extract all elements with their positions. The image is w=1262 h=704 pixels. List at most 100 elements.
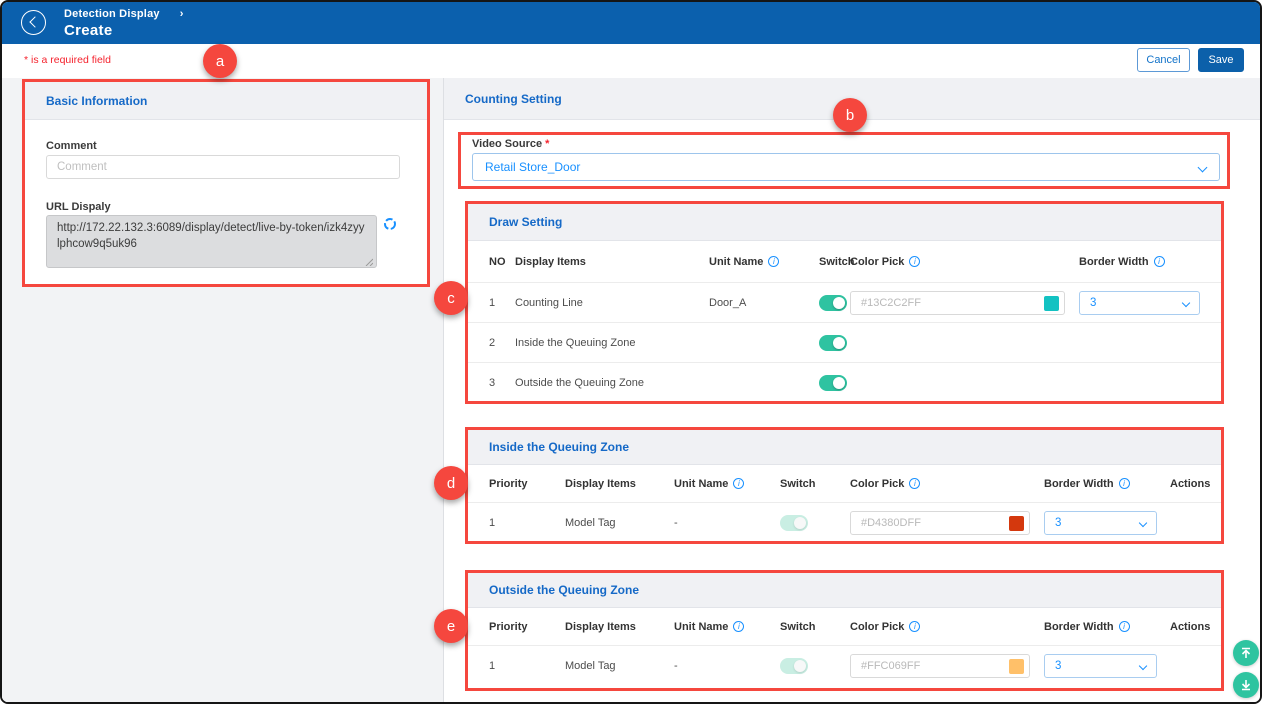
col-border-width-text: Border Width (1044, 478, 1114, 490)
toggle-knob (833, 297, 845, 309)
col-color-pick: Color Pick i (850, 621, 1044, 633)
row-no: 1 (489, 297, 515, 309)
col-unit-name-text: Unit Name (709, 256, 763, 268)
toggle-knob (833, 377, 845, 389)
col-switch: Switch (780, 478, 850, 490)
color-pick-input[interactable] (851, 655, 1029, 677)
scroll-to-bottom-button[interactable] (1233, 672, 1259, 698)
col-switch: Switch (780, 621, 850, 633)
col-color-pick-text: Color Pick (850, 256, 904, 268)
table-row: 1 Counting Line Door_A 3 (468, 283, 1222, 323)
basic-information-title: Basic Information (46, 94, 147, 108)
panel-divider (443, 78, 444, 704)
color-pick-input[interactable] (851, 292, 1064, 314)
toolbar: * is a required field Cancel Save (2, 44, 1260, 78)
info-icon[interactable]: i (733, 621, 744, 632)
col-border-width: Border Width i (1079, 256, 1222, 268)
col-color-pick: Color Pick i (850, 478, 1044, 490)
row-priority: 1 (489, 660, 565, 672)
info-icon[interactable]: i (1154, 256, 1165, 267)
app-window: Detection Display › Create * is a require… (0, 0, 1262, 704)
comment-input[interactable] (46, 155, 400, 179)
color-pick-field (850, 654, 1030, 678)
col-actions: Actions (1170, 621, 1222, 633)
video-source-select[interactable]: Retail Store_Door (472, 153, 1220, 181)
col-border-width: Border Width i (1044, 478, 1170, 490)
breadcrumb[interactable]: Detection Display › (64, 8, 184, 20)
chevron-down-icon (1139, 519, 1147, 527)
basic-information-card: Basic Information Comment URL Dispaly ht… (25, 82, 427, 284)
border-width-value: 3 (1090, 297, 1096, 309)
color-swatch[interactable] (1044, 296, 1059, 311)
color-swatch[interactable] (1009, 516, 1024, 531)
info-icon[interactable]: i (909, 621, 920, 632)
table-row: 2 Inside the Queuing Zone (468, 323, 1222, 363)
save-button[interactable]: Save (1198, 48, 1244, 72)
color-pick-field (850, 291, 1065, 315)
refresh-icon[interactable] (383, 217, 397, 231)
row-unit-name: - (674, 660, 780, 672)
info-icon[interactable]: i (1119, 478, 1130, 489)
row-display-items: Model Tag (565, 517, 674, 529)
col-actions: Actions (1170, 478, 1222, 490)
info-icon[interactable]: i (733, 478, 744, 489)
col-border-width-text: Border Width (1044, 621, 1114, 633)
cancel-button[interactable]: Cancel (1137, 48, 1190, 72)
col-display-items: Display Items (515, 256, 709, 268)
col-color-pick: Color Pick i (850, 256, 1079, 268)
info-icon[interactable]: i (1119, 621, 1130, 632)
color-pick-field (850, 511, 1030, 535)
app-header: Detection Display › Create (2, 2, 1260, 44)
col-priority: Priority (489, 478, 565, 490)
switch-toggle[interactable] (780, 658, 808, 674)
switch-toggle[interactable] (819, 375, 847, 391)
col-unit-name: Unit Name i (674, 621, 780, 633)
page-title: Create (64, 22, 113, 39)
scroll-to-top-button[interactable] (1233, 640, 1259, 666)
switch-toggle[interactable] (780, 515, 808, 531)
row-display-items: Counting Line (515, 297, 709, 309)
video-source-label-text: Video Source (472, 138, 542, 150)
breadcrumb-separator-icon: › (180, 8, 184, 20)
arrow-down-to-line-icon (1240, 679, 1252, 691)
required-asterisk: * (545, 138, 549, 150)
border-width-select[interactable]: 3 (1079, 291, 1200, 315)
switch-toggle[interactable] (819, 295, 847, 311)
col-color-pick-text: Color Pick (850, 478, 904, 490)
url-display-textarea[interactable]: http://172.22.132.3:6089/display/detect/… (46, 215, 377, 268)
switch-toggle[interactable] (819, 335, 847, 351)
draw-setting-header: Draw Setting (468, 203, 1222, 241)
inside-zone-column-headers: Priority Display Items Unit Name i Switc… (468, 465, 1222, 503)
chevron-down-icon (1182, 298, 1190, 306)
row-priority: 1 (489, 517, 565, 529)
row-display-items: Inside the Queuing Zone (515, 337, 709, 349)
color-pick-input[interactable] (851, 512, 1029, 534)
outside-queuing-zone-title: Outside the Queuing Zone (489, 583, 639, 597)
breadcrumb-label: Detection Display (64, 8, 160, 20)
inside-queuing-zone-title: Inside the Queuing Zone (489, 440, 629, 454)
row-unit-name: Door_A (709, 297, 819, 309)
row-display-items: Model Tag (565, 660, 674, 672)
info-icon[interactable]: i (768, 256, 779, 267)
info-icon[interactable]: i (909, 256, 920, 267)
border-width-select[interactable]: 3 (1044, 511, 1157, 535)
url-display-label: URL Dispaly (46, 201, 111, 213)
row-no: 3 (489, 377, 515, 389)
row-unit-name: - (674, 517, 780, 529)
video-source-value: Retail Store_Door (485, 160, 580, 174)
col-unit-name-text: Unit Name (674, 621, 728, 633)
back-button[interactable] (21, 10, 46, 35)
outside-zone-column-headers: Priority Display Items Unit Name i Switc… (468, 608, 1222, 646)
col-border-width-text: Border Width (1079, 256, 1149, 268)
col-color-pick-text: Color Pick (850, 621, 904, 633)
col-unit-name-text: Unit Name (674, 478, 728, 490)
video-source-label: Video Source* (472, 138, 549, 150)
border-width-value: 3 (1055, 517, 1061, 529)
draw-setting-section: Draw Setting NO Display Items Unit Name … (468, 203, 1222, 403)
info-icon[interactable]: i (909, 478, 920, 489)
outside-queuing-zone-section: Outside the Queuing Zone Priority Displa… (468, 572, 1222, 686)
col-unit-name: Unit Name i (674, 478, 780, 490)
table-row: 1 Model Tag - 3 (468, 646, 1222, 686)
color-swatch[interactable] (1009, 659, 1024, 674)
border-width-select[interactable]: 3 (1044, 654, 1157, 678)
